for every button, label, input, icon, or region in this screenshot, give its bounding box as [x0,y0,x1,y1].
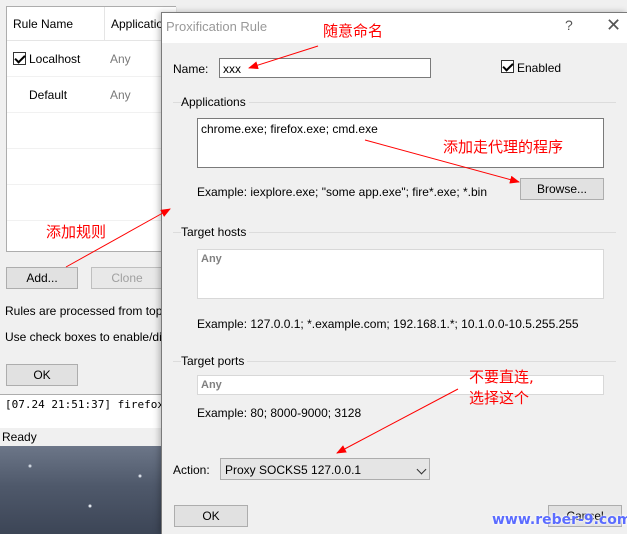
table-row-empty [7,113,175,149]
status-bar: Ready [0,428,160,446]
target-ports-field[interactable]: Any [197,375,604,395]
rule-name-value: xxx [223,62,241,76]
target-hosts-field[interactable]: Any [197,249,604,299]
action-dropdown[interactable]: Proxy SOCKS5 127.0.0.1 [220,458,430,480]
rules-info-text: Rules are processed from top to [5,304,176,318]
proxification-rule-dialog: Proxification Rule ? ✕ Name: xxx Enabled… [161,12,627,534]
site-watermark: www.reber-9.com [492,512,627,528]
rule-enabled-checkbox[interactable] [13,52,26,65]
help-icon[interactable]: ? [565,17,573,33]
table-row[interactable]: Localhost Any [7,41,175,77]
add-rule-annotation: 添加规则 [46,223,107,241]
rules-table: Rule Name Application Localhost Any Defa… [6,6,177,252]
action-annotation-line2: 选择这个 [469,389,530,407]
enabled-label: Enabled [517,61,562,75]
rules-ok-button[interactable]: OK [6,364,78,386]
chevron-down-icon [416,464,427,475]
dialog-titlebar[interactable]: Proxification Rule ? ✕ [162,13,627,43]
table-row-empty [7,149,175,185]
action-label: Action: [173,463,210,477]
target-ports-group-label: Target ports [181,354,248,368]
action-value: Proxy SOCKS5 127.0.0.1 [225,463,362,477]
target-hosts-example: Example: 127.0.0.1; *.example.com; 192.1… [197,317,579,331]
browse-button[interactable]: Browse... [520,178,604,200]
rule-name: Default [29,88,68,102]
applications-value: chrome.exe; firefox.exe; cmd.exe [201,122,378,136]
close-icon[interactable]: ✕ [606,15,621,36]
rule-name: Localhost [29,52,81,66]
table-row[interactable]: Default Any [7,77,175,113]
rule-application: Any [110,52,131,66]
name-annotation: 随意命名 [323,22,384,40]
status-text: Ready [2,430,37,444]
log-line: [07.24 21:51:37] firefox.e [5,398,178,411]
action-annotation-line1: 不要直连, [469,368,534,386]
rule-name-field[interactable]: xxx [219,58,431,78]
clone-rule-button[interactable]: Clone [91,267,163,289]
table-row-empty [7,185,175,221]
enabled-checkbox[interactable] [501,60,514,73]
target-hosts-group-label: Target hosts [181,225,250,239]
rule-application: Any [110,88,131,102]
rules-checkbox-info-text: Use check boxes to enable/disab [5,330,182,344]
ok-button[interactable]: OK [174,505,248,527]
applications-group-label: Applications [181,95,249,109]
applications-example: Example: iexplore.exe; "some app.exe"; f… [197,185,488,199]
name-label: Name: [173,62,209,76]
applications-annotation: 添加走代理的程序 [443,138,564,156]
target-ports-example: Example: 80; 8000-9000; 3128 [197,406,362,420]
column-header-rule-name[interactable]: Rule Name [7,7,105,41]
add-rule-button[interactable]: Add... [6,267,78,289]
dialog-title: Proxification Rule [166,19,268,34]
target-hosts-value: Any [201,253,222,265]
target-ports-value: Any [201,379,222,391]
